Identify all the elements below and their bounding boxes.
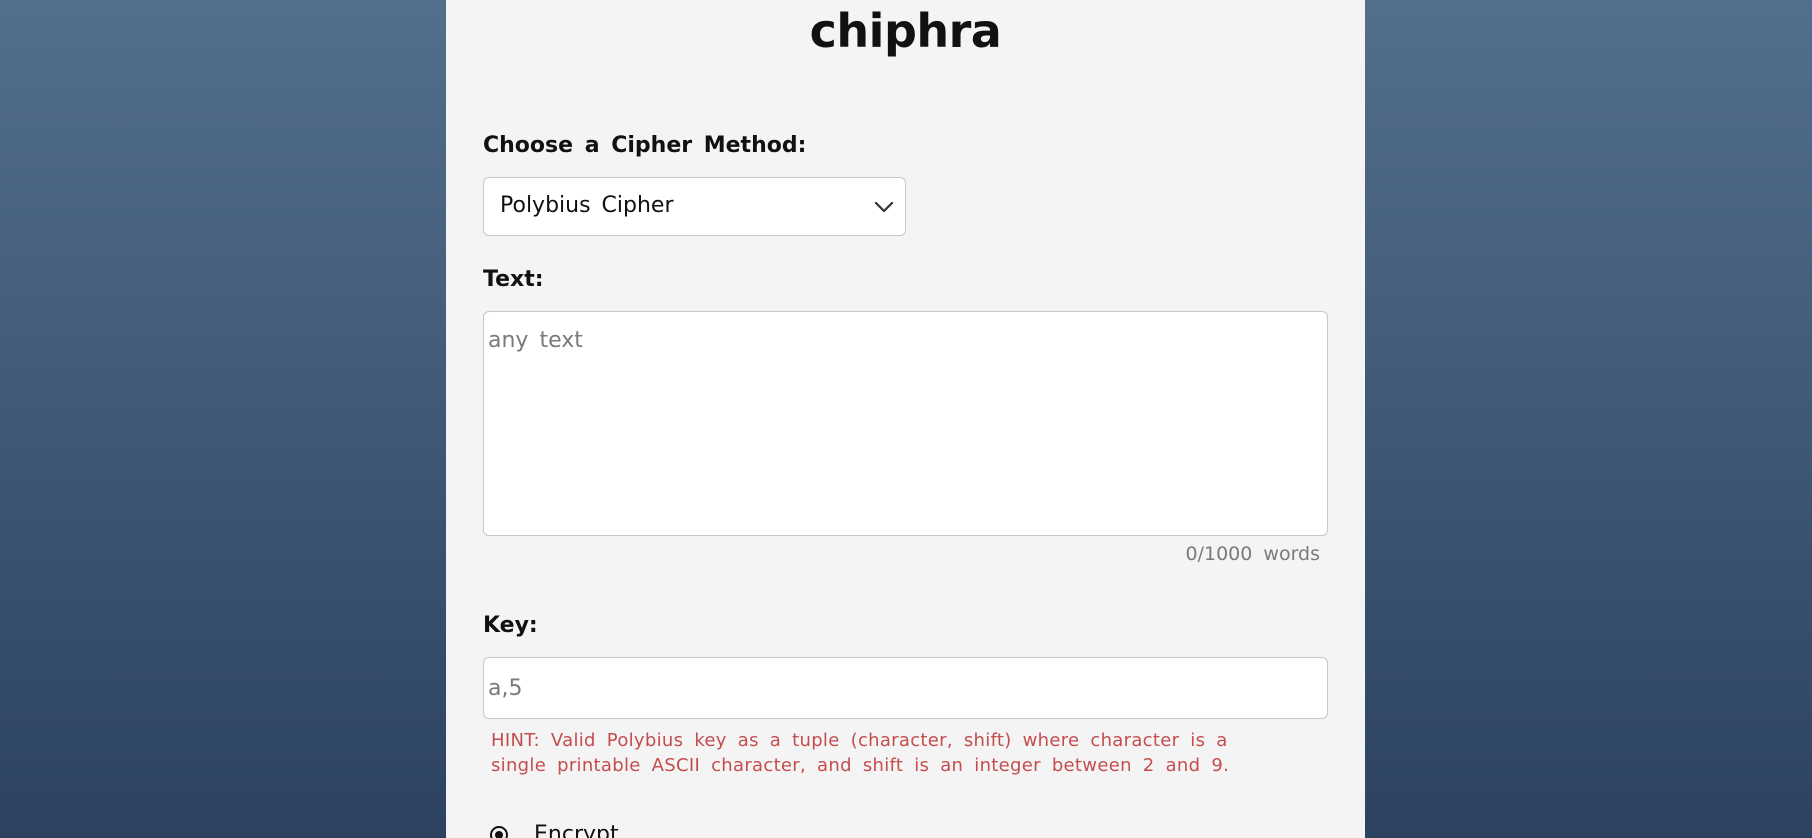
cipher-method-select[interactable]: Polybius Cipher xyxy=(483,177,906,236)
chevron-down-icon xyxy=(874,201,894,213)
text-label: Text: xyxy=(483,267,544,292)
key-label: Key: xyxy=(483,613,538,638)
encrypt-option-label: Encrypt xyxy=(534,822,619,838)
radio-selected-icon[interactable] xyxy=(490,826,508,838)
key-input[interactable] xyxy=(483,657,1328,719)
app-title: chiphra xyxy=(809,4,1002,58)
text-input[interactable] xyxy=(483,311,1328,536)
word-counter: 0/1000 words xyxy=(1185,543,1320,565)
cipher-method-selected-value: Polybius Cipher xyxy=(500,193,674,218)
cipher-method-label: Choose a Cipher Method: xyxy=(483,133,807,158)
main-panel: chiphra Choose a Cipher Method: Polybius… xyxy=(446,0,1365,838)
key-hint: HINT: Valid Polybius key as a tuple (cha… xyxy=(491,730,1230,776)
